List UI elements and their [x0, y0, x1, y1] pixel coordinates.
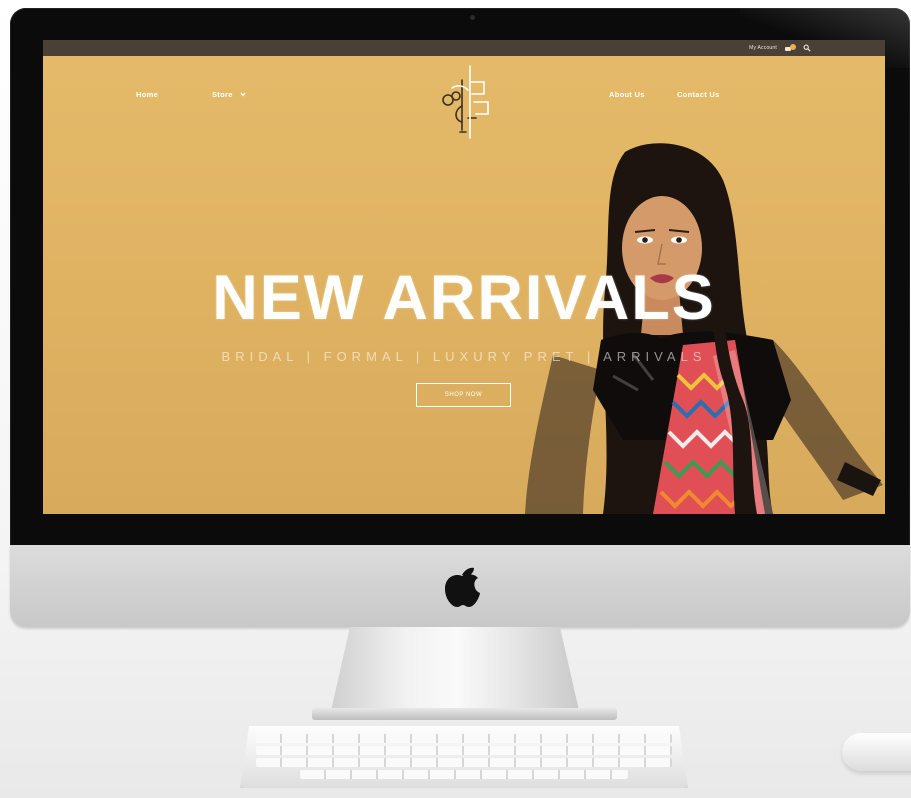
nav-about-link[interactable]: About Us	[609, 90, 645, 99]
website-screen: My Account Home Store About Us Contact U…	[43, 40, 885, 514]
top-utility-bar: My Account	[43, 40, 885, 56]
nav-home-link[interactable]: Home	[136, 90, 158, 99]
cart-icon[interactable]	[785, 44, 796, 52]
hero-subtitle: BRIDAL | FORMAL | LUXURY PRET | ARRIVALS	[221, 349, 707, 364]
brand-logo[interactable]	[432, 60, 502, 140]
keyboard	[240, 726, 688, 788]
shop-now-button[interactable]: SHOP NOW	[416, 383, 511, 407]
apple-logo-icon	[445, 567, 480, 607]
stand-base	[312, 708, 617, 720]
nav-contact-link[interactable]: Contact Us	[677, 90, 720, 99]
nav-store-link[interactable]: Store	[212, 90, 246, 99]
chevron-down-icon	[240, 92, 246, 97]
nav-store-label: Store	[212, 90, 233, 99]
my-account-link[interactable]: My Account	[749, 45, 777, 51]
search-icon[interactable]	[803, 44, 811, 52]
camera-dot	[470, 15, 475, 20]
monitor-stand	[330, 627, 580, 715]
mouse	[842, 733, 911, 771]
hero-title: NEW ARRIVALS	[212, 263, 716, 333]
